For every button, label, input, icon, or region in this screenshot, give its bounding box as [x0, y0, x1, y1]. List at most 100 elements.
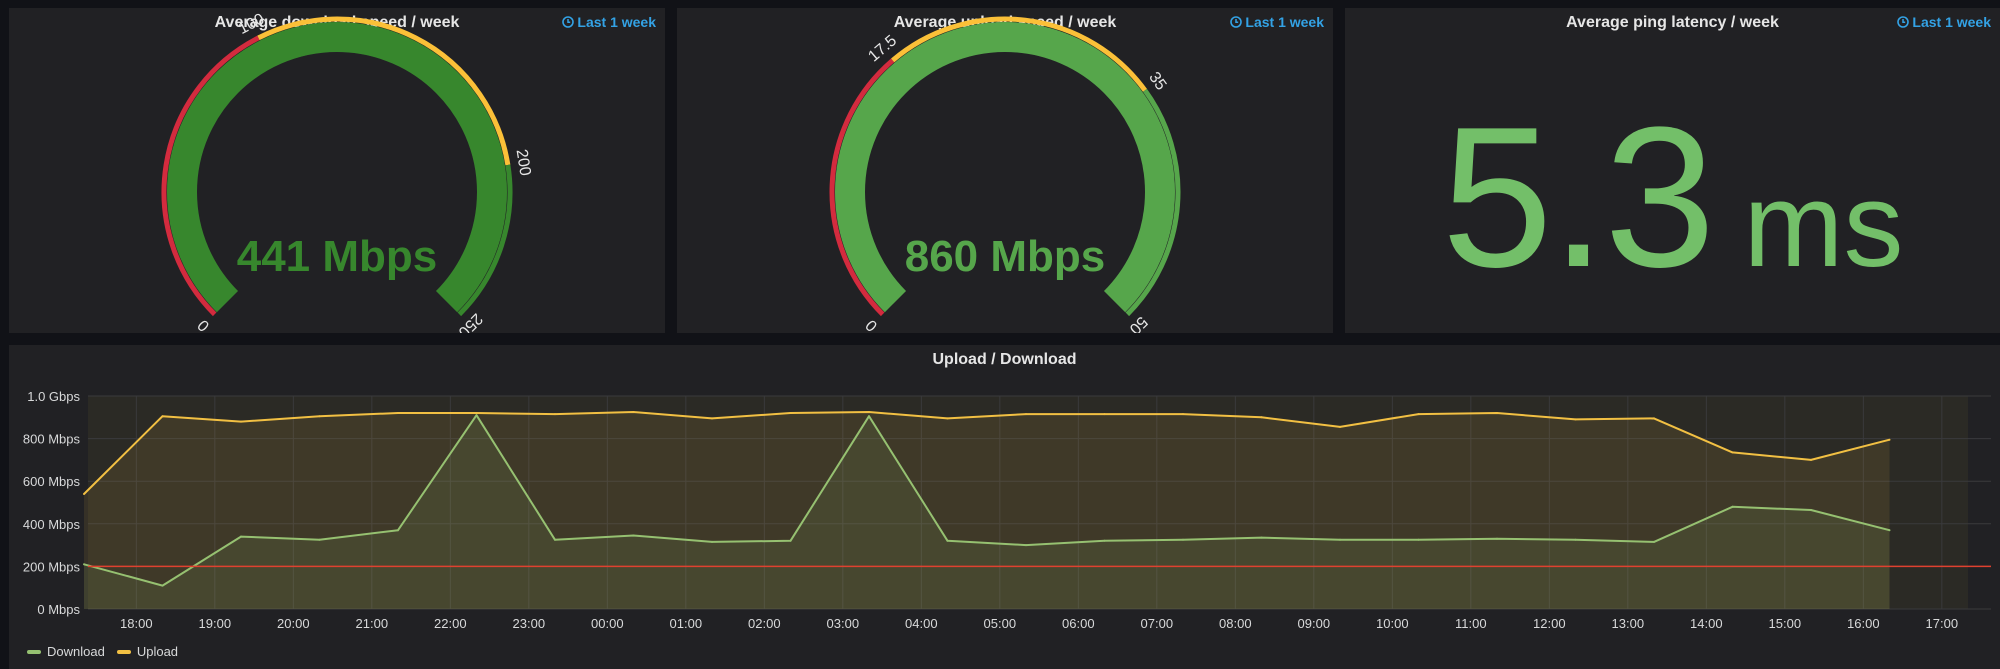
data-point-download	[711, 540, 713, 543]
x-axis-tick-label: 22:00	[434, 616, 467, 631]
y-axis-tick-label: 800 Mbps	[23, 432, 81, 447]
upload-tick-label: 50	[1126, 313, 1151, 333]
legend-swatch-upload	[116, 649, 131, 654]
legend-item-upload[interactable]: Upload	[116, 644, 178, 659]
upload-download-chart[interactable]: 0 Mbps 200 Mbps 400 Mbps 600 Mbps 800 Mbps 1.…	[9, 345, 2000, 669]
data-point-upload	[83, 493, 85, 495]
upload-tick-label: 35	[1145, 69, 1169, 93]
data-point-download	[789, 539, 792, 542]
data-point-upload	[1574, 418, 1577, 421]
data-point-download	[318, 538, 321, 541]
data-point-upload	[240, 420, 242, 423]
data-point-upload	[711, 417, 713, 420]
x-axis-tick-label: 19:00	[199, 616, 232, 631]
ping-stat-panel: Average ping latency / week Last 1 week …	[1345, 8, 2000, 333]
data-point-upload	[1496, 412, 1498, 414]
y-axis-tick-label: 1.0 Gbps	[27, 389, 80, 404]
y-axis-tick-label: 200 Mbps	[23, 559, 81, 574]
x-axis-tick-label: 14:00	[1690, 616, 1723, 631]
y-axis-tick-label: 0 Mbps	[37, 602, 80, 617]
data-point-upload	[1260, 416, 1263, 419]
data-point-download	[161, 584, 164, 587]
x-axis-tick-label: 04:00	[905, 616, 938, 631]
data-point-download	[1339, 538, 1341, 541]
data-point-download	[1496, 537, 1498, 540]
x-axis-tick-label: 08:00	[1219, 616, 1252, 631]
upload-tick-label: 0	[863, 316, 881, 333]
x-axis-tick-label: 02:00	[748, 616, 781, 631]
data-point-download	[1417, 538, 1420, 541]
download-tick-label: 0	[195, 316, 213, 333]
data-point-download	[554, 538, 556, 541]
data-point-download	[1025, 544, 1027, 547]
data-point-download	[1888, 529, 1891, 532]
data-point-upload	[554, 413, 556, 416]
download-gauge: 0100200250441 Mbps	[161, 11, 533, 333]
x-axis-tick-label: 07:00	[1141, 616, 1174, 631]
x-axis-tick-label: 00:00	[591, 616, 624, 631]
x-axis-tick-label: 06:00	[1062, 616, 1095, 631]
upload-gauge: 017.53550860 Mbps	[829, 16, 1181, 333]
data-point-upload	[789, 412, 792, 414]
data-point-upload	[397, 412, 399, 414]
data-point-download	[1574, 538, 1577, 541]
data-point-download	[1731, 505, 1734, 508]
data-point-upload	[1417, 413, 1420, 416]
data-point-download	[946, 539, 949, 542]
data-point-upload	[318, 415, 321, 418]
x-axis-tick-label: 10:00	[1376, 616, 1409, 631]
x-axis-tick-label: 05:00	[984, 616, 1017, 631]
clock-icon	[1897, 16, 1910, 28]
data-point-upload	[1025, 413, 1027, 416]
ping-stat-readout: 5.3 ms	[1345, 83, 2000, 313]
data-point-upload	[946, 417, 949, 420]
data-point-upload	[161, 415, 164, 418]
x-axis-tick-label: 13:00	[1612, 616, 1645, 631]
ping-value: 5.3	[1441, 86, 1716, 309]
data-point-upload	[1339, 425, 1341, 428]
data-point-upload	[1653, 417, 1655, 420]
y-axis-tick-label: 600 Mbps	[23, 474, 81, 489]
download-gauge-value: 441 Mbps	[237, 232, 438, 281]
data-point-download	[83, 563, 85, 566]
upload-gauge-panel: Average upload speed / week Last 1 week …	[677, 8, 1333, 333]
data-point-download	[240, 535, 242, 538]
y-axis-tick-label: 400 Mbps	[23, 517, 81, 532]
data-point-upload	[1888, 438, 1891, 441]
upload-download-graph-panel: Upload / Download 0 Mbps 200 Mbps 400 Mbps…	[9, 345, 2000, 669]
data-point-download	[397, 529, 399, 532]
data-point-upload	[632, 411, 635, 413]
ping-time-info-label: Last 1 week	[1912, 14, 1991, 30]
x-axis-tick-label: 16:00	[1847, 616, 1880, 631]
download-tick-label: 200	[512, 148, 533, 177]
data-point-download	[1103, 539, 1106, 542]
ping-time-info[interactable]: Last 1 week	[1897, 14, 1991, 30]
x-axis-tick-label: 20:00	[277, 616, 310, 631]
data-point-upload	[1731, 451, 1734, 454]
data-point-download	[1653, 540, 1655, 543]
x-axis-tick-label: 23:00	[513, 616, 546, 631]
data-point-upload	[475, 412, 478, 414]
x-axis-tick-label: 01:00	[670, 616, 703, 631]
legend-swatch-download	[27, 649, 41, 654]
x-axis-tick-label: 17:00	[1926, 616, 1959, 631]
legend-item-download[interactable]: Download	[27, 644, 105, 659]
data-point-download	[1260, 536, 1263, 539]
x-axis-tick-label: 03:00	[827, 616, 860, 631]
x-axis-tick-label: 15:00	[1769, 616, 1802, 631]
legend-label-download: Download	[47, 644, 105, 659]
x-axis-tick-label: 12:00	[1533, 616, 1566, 631]
x-axis-tick-label: 21:00	[356, 616, 389, 631]
graph-legend: Download Upload	[27, 644, 178, 659]
data-point-upload	[1103, 413, 1106, 416]
upload-gauge-value: 860 Mbps	[905, 232, 1106, 281]
data-point-download	[1182, 538, 1184, 541]
data-point-upload	[1810, 458, 1812, 461]
ping-unit: ms	[1743, 158, 1904, 292]
x-axis-tick-label: 09:00	[1298, 616, 1331, 631]
x-axis-tick-label: 18:00	[120, 616, 153, 631]
data-point-download	[868, 415, 870, 418]
data-point-download	[475, 414, 478, 417]
data-point-download	[632, 534, 635, 537]
download-gauge-panel: Average download speed / week Last 1 wee…	[9, 8, 665, 333]
